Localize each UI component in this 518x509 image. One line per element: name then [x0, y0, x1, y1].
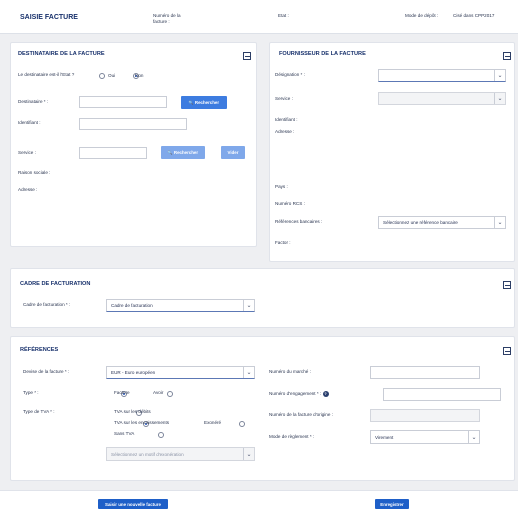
bank-select[interactable]: Sélectionnez une référence bancaire ⌄ [378, 216, 506, 229]
cadre-collapse-button[interactable] [503, 281, 511, 289]
fournisseur-service-label: Service : [275, 96, 293, 101]
origine-input[interactable] [370, 409, 480, 422]
tva-sans-label: Sans TVA [114, 431, 135, 436]
type-label: Type * : [23, 390, 39, 395]
tva-label: Type de TVA * : [23, 409, 55, 414]
search-icon: 🔍 [188, 100, 194, 105]
references-title: RÉFÉRENCES [20, 347, 59, 353]
marche-label: Numéro du marché : [269, 369, 311, 374]
engagement-label: Numéro d'engagement * : ? [269, 391, 329, 397]
service-label: Service : [18, 150, 36, 155]
factor-label: Factor : [275, 240, 291, 245]
chevron-down-icon: ⌄ [243, 367, 254, 378]
chevron-down-icon: ⌄ [494, 70, 505, 81]
cadre-select-value: Cadre de facturation [111, 303, 153, 308]
deposit-mode-label: Mode de dépôt : [405, 13, 439, 18]
devise-select[interactable]: EUR - Euro européen ⌄ [106, 366, 255, 379]
chevron-down-icon: ⌄ [494, 217, 505, 228]
destinataire-input[interactable] [79, 96, 167, 108]
engagement-label-text: Numéro d'engagement * : [269, 391, 322, 396]
raison-sociale-label: Raison sociale : [18, 170, 51, 175]
service-input[interactable] [79, 147, 147, 159]
tva-exonere-label: Exonéré [204, 420, 222, 425]
marche-input[interactable] [370, 366, 480, 379]
footer-bar [0, 490, 518, 509]
deposit-mode-value: Cisé dans CPP2017 [453, 13, 495, 18]
save-button[interactable]: Enregistrer [375, 499, 409, 509]
devise-select-value: EUR - Euro européen [111, 370, 156, 375]
invoice-number-label: Numéro de la facture : [153, 13, 181, 24]
page-title: SAISIE FACTURE [20, 14, 78, 21]
type-facture-label: Facture [114, 390, 130, 395]
cadre-label: Cadre de facturation * : [23, 302, 71, 307]
fournisseur-service-select[interactable]: ⌄ [378, 92, 506, 105]
reglement-select-value: Virement [375, 434, 394, 440]
chevron-down-icon: ⌄ [243, 448, 254, 460]
reglement-label: Mode de règlement * : [269, 434, 315, 439]
info-icon[interactable]: ? [322, 391, 329, 397]
bank-label: Références bancaires : [275, 219, 323, 224]
fournisseur-title: FOURNISSEUR DE LA FACTURE [279, 51, 366, 57]
destinataire-title: DESTINATAIRE DE LA FACTURE [18, 51, 105, 57]
tva-sans-radio[interactable] [157, 432, 164, 438]
adresse-label: Adresse : [18, 187, 38, 192]
fournisseur-identifiant-label: Identifiant : [275, 117, 298, 122]
is-state-non-label: Non [135, 73, 144, 78]
status-label: Etat : [278, 13, 289, 18]
devise-label: Devise de la facture * : [23, 369, 70, 374]
references-collapse-button[interactable] [503, 347, 511, 355]
is-state-label: Le destinataire est-il l'Etat ? [18, 72, 75, 77]
rcs-label: Numéro RCS : [275, 201, 305, 206]
cadre-card [10, 268, 515, 328]
service-search-button[interactable]: 🔍 Rechercher [161, 146, 205, 159]
destinataire-search-button[interactable]: 🔍 Rechercher [181, 96, 227, 109]
pays-label: Pays : [275, 184, 288, 189]
bank-select-value: Sélectionnez une référence bancaire [383, 220, 458, 225]
chevron-down-icon: ⌄ [468, 431, 479, 443]
origine-label: Numéro de la facture d'origine : [269, 412, 333, 417]
destinataire-collapse-button[interactable] [243, 52, 251, 60]
cadre-select[interactable]: Cadre de facturation ⌄ [106, 299, 255, 312]
engagement-input[interactable] [383, 388, 501, 401]
destinataire-search-label: Rechercher [194, 100, 220, 105]
tva-debits-label: TVA sur les débits [114, 409, 151, 414]
chevron-down-icon: ⌄ [494, 93, 505, 104]
identifiant-input[interactable] [79, 118, 187, 130]
cadre-title: CADRE DE FACTURATION [20, 281, 91, 287]
search-icon: 🔍 [167, 150, 173, 155]
chevron-down-icon: ⌄ [243, 300, 254, 311]
is-state-oui-label: Oui [108, 73, 116, 78]
vider-button[interactable]: Vider [221, 146, 245, 159]
fournisseur-adresse-label: Adresse : [275, 129, 295, 134]
identifiant-label: Identifiant : [18, 120, 41, 125]
designation-select[interactable]: ⌄ [378, 69, 506, 82]
tva-encaissements-label: TVA sur les encaissements [114, 420, 170, 425]
exoneration-select[interactable]: Sélectionnez un motif d'exonération ⌄ [106, 447, 255, 461]
type-avoir-label: Avoir [153, 390, 164, 395]
is-state-oui-radio[interactable] [99, 73, 105, 79]
service-search-label: Rechercher [173, 150, 199, 155]
destinataire-label: Destinataire * : [18, 99, 49, 104]
new-invoice-button[interactable]: Saisir une nouvelle facture [98, 499, 168, 509]
exoneration-select-value: Sélectionnez un motif d'exonération [111, 451, 184, 457]
fournisseur-collapse-button[interactable] [503, 52, 511, 60]
reglement-select[interactable]: Virement ⌄ [370, 430, 480, 444]
designation-label: Désignation * : [275, 72, 305, 77]
